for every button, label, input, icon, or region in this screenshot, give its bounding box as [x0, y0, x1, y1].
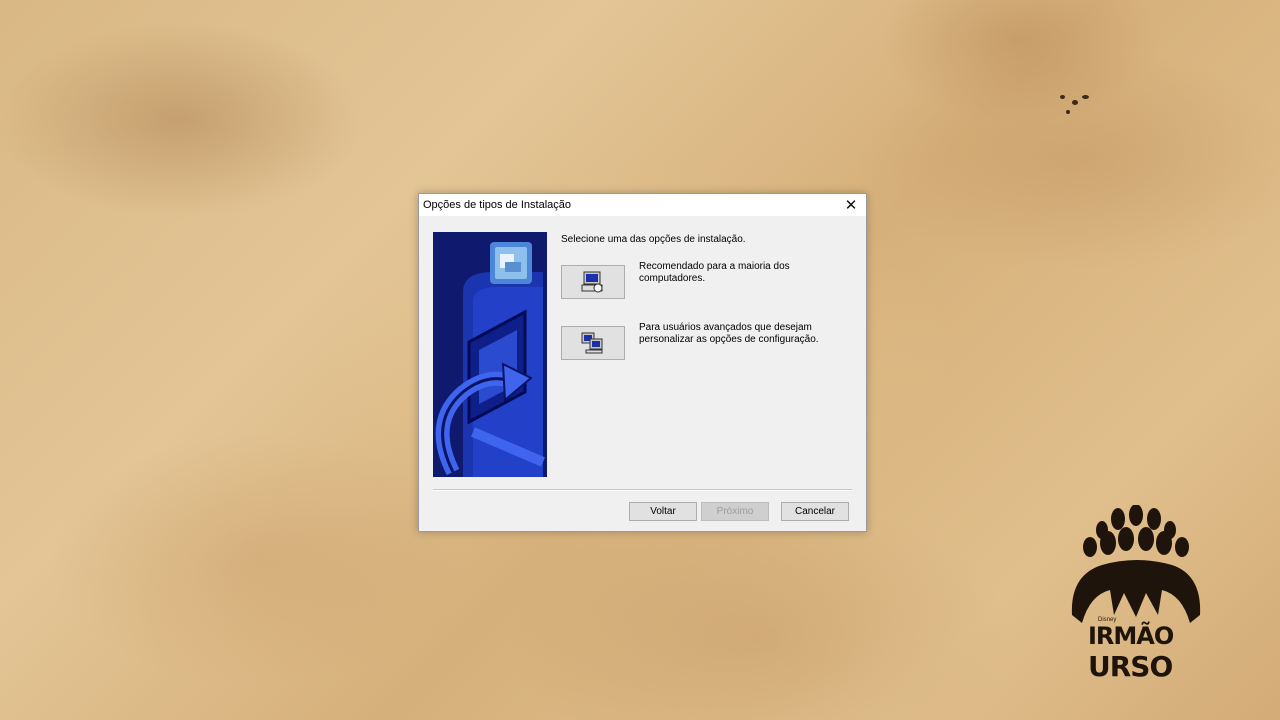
button-separator: [433, 489, 852, 491]
setup-illustration: [433, 232, 547, 477]
custom-option-description: Para usuários avançados que desejam pers…: [639, 322, 819, 345]
logo-title-line1: IRMÃO: [1088, 622, 1174, 650]
cancel-button[interactable]: Cancelar: [781, 502, 849, 521]
setup-wizard-image: [433, 232, 547, 477]
instruction-text: Selecione uma das opções de instalação.: [561, 234, 746, 245]
desktop-speck: [1072, 100, 1078, 105]
back-button[interactable]: Voltar: [629, 502, 697, 521]
logo-title-line2: URSO: [1088, 650, 1173, 683]
recommended-install-button[interactable]: [561, 265, 625, 299]
next-button[interactable]: Próximo: [701, 502, 769, 521]
recommended-option-description: Recomendado para a maioria dos computado…: [639, 261, 790, 284]
custom-install-button[interactable]: [561, 326, 625, 360]
custom-install-icon: [581, 332, 603, 354]
computer-install-icon: [581, 271, 603, 293]
dialog-title: Opções de tipos de Instalação: [423, 199, 571, 211]
title-bar[interactable]: Opções de tipos de Instalação ✕: [419, 194, 866, 216]
desktop-speck: [1066, 110, 1070, 114]
desktop-speck: [1082, 95, 1089, 99]
desktop-speck: [1060, 95, 1065, 99]
close-icon[interactable]: ✕: [836, 194, 866, 216]
install-type-dialog: Opções de tipos de Instalação ✕ Selecion…: [418, 193, 867, 532]
